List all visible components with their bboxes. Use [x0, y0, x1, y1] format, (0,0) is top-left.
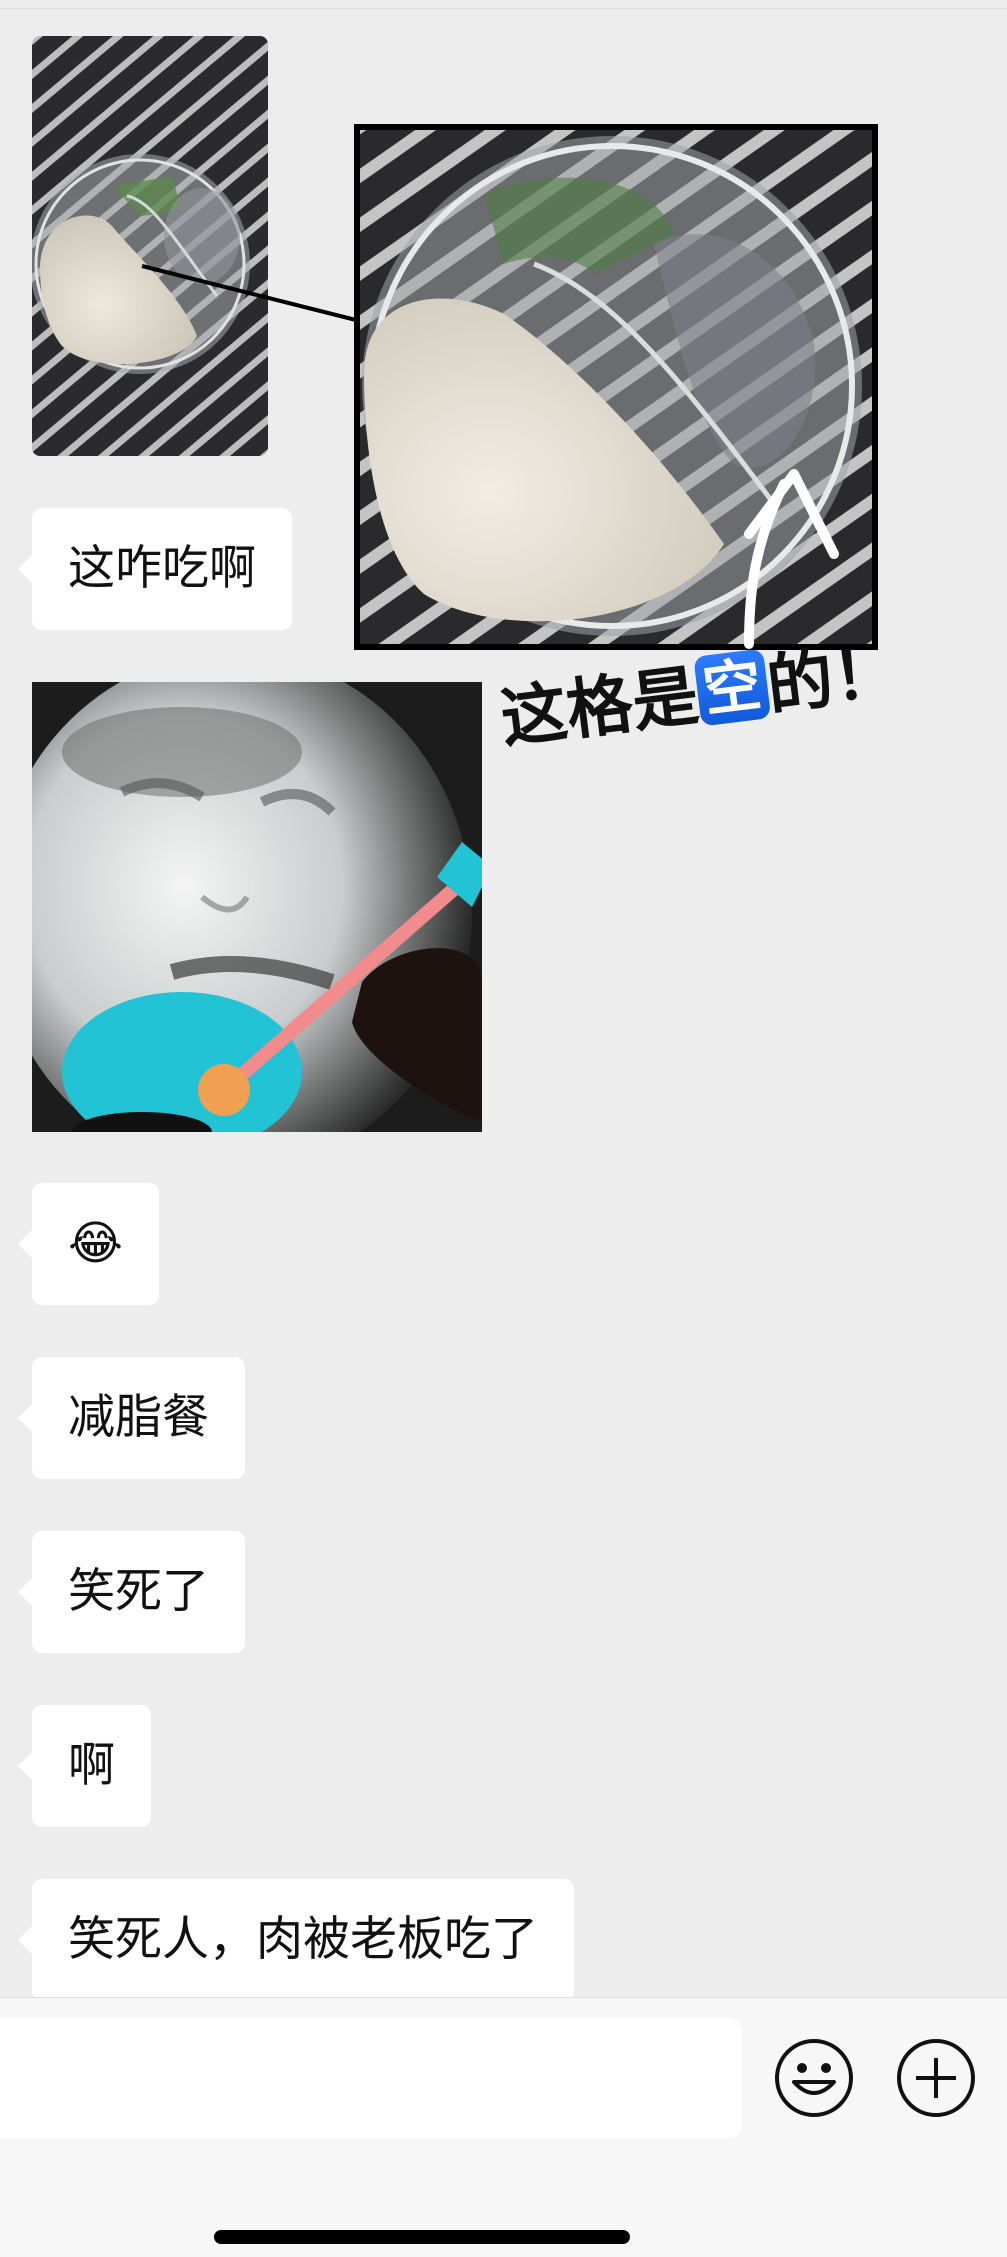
chat-bubble[interactable]: 😂	[18, 1183, 159, 1305]
message-text: 啊	[68, 1738, 115, 1793]
chat-bubble[interactable]: 减脂餐	[18, 1357, 245, 1479]
annotation-text: 这格是	[496, 655, 703, 758]
message-emoji: 😂	[68, 1216, 123, 1271]
emoji-button[interactable]	[774, 2038, 854, 2118]
top-divider	[0, 0, 1007, 9]
chat-bubble[interactable]: 啊	[18, 1705, 151, 1827]
annotation-caption: 这格是空的！	[496, 631, 912, 830]
zoomed-photo-annotation	[354, 124, 878, 650]
annotation-text-end: 的！	[762, 631, 904, 725]
chat-input-bar	[0, 1997, 1007, 2257]
plus-icon	[897, 2039, 975, 2117]
received-photo-message[interactable]	[32, 36, 268, 456]
meme-sticker-message[interactable]	[32, 682, 482, 1132]
home-indicator[interactable]	[214, 2230, 630, 2244]
emoji-icon	[775, 2039, 853, 2117]
plus-button[interactable]	[896, 2038, 976, 2118]
message-text: 减脂餐	[68, 1390, 209, 1445]
message-text: 笑死人，肉被老板吃了	[68, 1912, 538, 1967]
message-input[interactable]	[0, 2018, 742, 2138]
chat-bubble[interactable]: 笑死人，肉被老板吃了	[18, 1879, 574, 2001]
guitar-meme-image	[32, 682, 482, 1132]
message-text: 笑死了	[68, 1564, 209, 1619]
chat-bubble[interactable]: 这咋吃啊	[18, 508, 292, 630]
message-text: 这咋吃啊	[68, 541, 256, 596]
zoomed-food-container	[354, 124, 878, 650]
annotation-highlight: 空	[693, 648, 772, 727]
food-container-photo	[32, 36, 268, 456]
chat-bubble[interactable]: 笑死了	[18, 1531, 245, 1653]
